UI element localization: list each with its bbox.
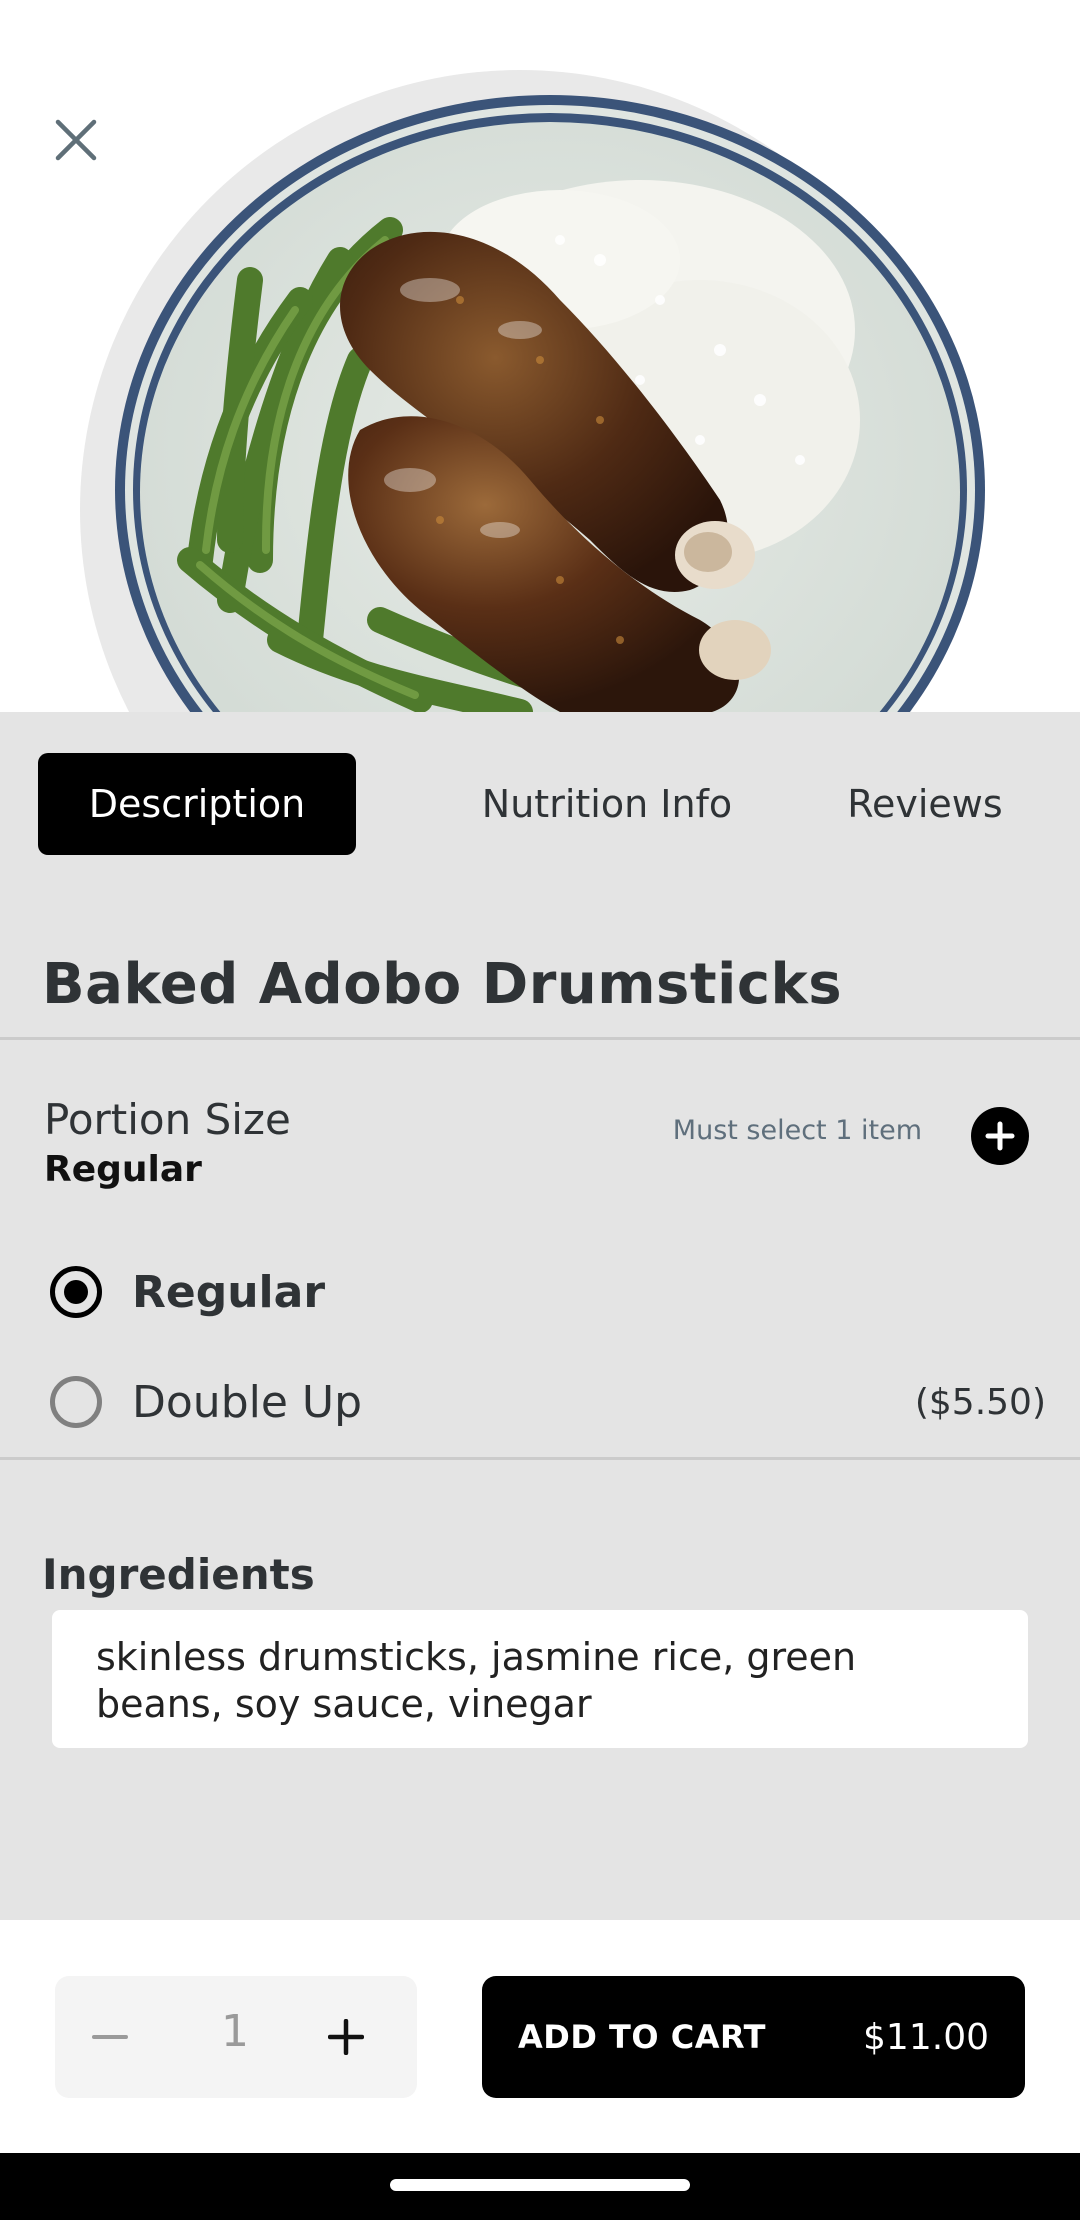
expand-portion-button[interactable] [971,1107,1029,1165]
decrease-quantity-button[interactable] [75,2002,145,2072]
tab-bar: Description Nutrition Info Reviews [38,753,1042,855]
ingredients-title: Ingredients [42,1550,315,1599]
plus-icon [328,2019,364,2055]
system-navigation-bar [0,2153,1080,2220]
plus-circle-icon [985,1121,1015,1151]
bottom-action-bar: 1 ADD TO CART $11.00 [0,1920,1080,2153]
radio-button-checked[interactable] [50,1266,102,1318]
product-title: Baked Adobo Drumsticks [42,952,843,1017]
dish-image [80,70,985,712]
add-to-cart-label: ADD TO CART [518,2018,766,2056]
radio-button[interactable] [50,1376,102,1428]
product-details: Description Nutrition Info Reviews Baked… [0,712,1080,1920]
close-icon [55,119,97,161]
portion-selected-value: Regular [44,1149,202,1190]
minus-icon [92,2035,128,2039]
option-label: Regular [132,1266,326,1318]
requirement-note: Must select 1 item [672,1115,922,1146]
increase-quantity-button[interactable] [311,2002,381,2072]
tab-nutrition-info[interactable]: Nutrition Info [418,753,796,855]
ingredients-text: skinless drumsticks, jasmine rice, green… [52,1610,1028,1748]
option-label: Double Up [132,1376,363,1428]
portion-option-regular[interactable]: Regular [50,1257,1046,1327]
close-button[interactable] [44,108,108,172]
portion-option-double-up[interactable]: Double Up ($5.50) [50,1367,1046,1437]
portion-size-label: Portion Size [44,1095,291,1144]
quantity-stepper: 1 [55,1976,417,2098]
home-indicator[interactable] [390,2179,690,2191]
hero-image-area [0,0,1080,712]
cart-total-price: $11.00 [863,2016,989,2058]
quantity-value: 1 [221,2006,249,2057]
option-price: ($5.50) [914,1381,1046,1423]
tab-reviews[interactable]: Reviews [808,753,1042,855]
divider [0,1457,1080,1460]
add-to-cart-button[interactable]: ADD TO CART $11.00 [482,1976,1025,2098]
tab-description[interactable]: Description [38,753,356,855]
divider [0,1037,1080,1040]
